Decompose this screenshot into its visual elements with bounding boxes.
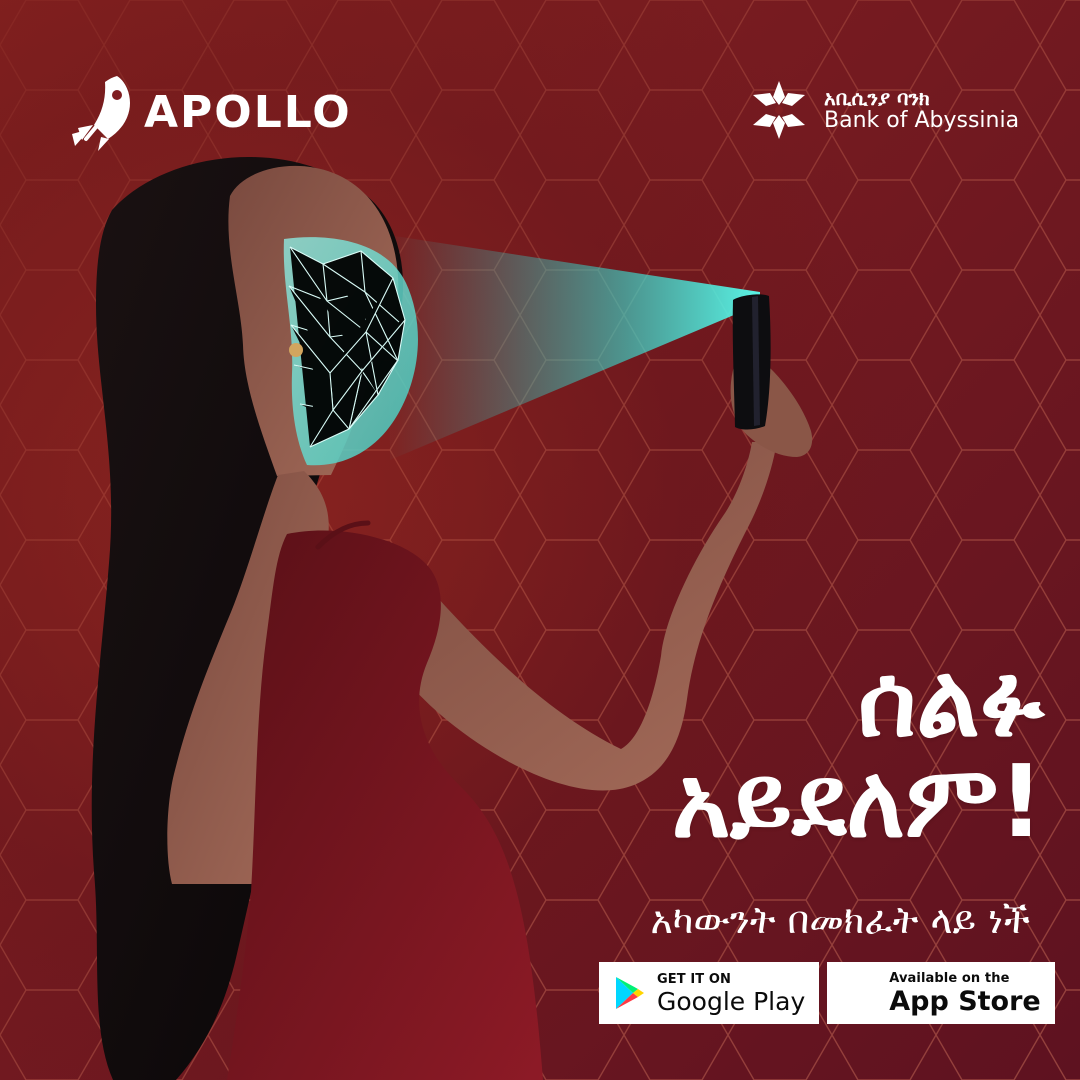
campaign-headline: ሰልፉ አይደለም! (494, 642, 1044, 860)
app-store-name: App Store (889, 985, 1041, 1017)
google-play-button[interactable]: GET IT ON Google Play (599, 962, 820, 1024)
earring (289, 343, 303, 357)
scan-beam (388, 235, 760, 460)
store-buttons: GET IT ON Google Play Available on the A… (599, 962, 1055, 1024)
google-play-name: Google Play (657, 986, 806, 1016)
apple-icon (841, 972, 879, 1014)
apollo-wordmark: APOLLO (144, 87, 352, 138)
campaign-subheadline: አካውንት በመክፈት ላይ ነች (650, 898, 1031, 942)
bank-name-english: Bank of Abyssinia (824, 107, 1020, 133)
app-store-button[interactable]: Available on the App Store (827, 962, 1055, 1024)
bank-of-abyssinia-brand: አቢሲንያ ባንክ Bank of Abyssinia (746, 78, 1019, 142)
app-store-overline: Available on the (889, 970, 1010, 986)
advertisement-poster: APOLLO አቢሲንያ ባንክ Bank of Abyssinia ሰልፉ አ… (0, 0, 1080, 1080)
headline-line-1: ሰልፉ (857, 642, 1044, 759)
apollo-brand: APOLLO (70, 67, 410, 159)
phone (732, 294, 771, 430)
google-play-icon (616, 977, 644, 1009)
headline-line-2: አይደለም! (671, 743, 1044, 860)
star-mark-icon (753, 81, 805, 139)
bank-name-amharic: አቢሲንያ ባንክ (824, 85, 930, 110)
google-play-overline: GET IT ON (657, 971, 732, 987)
rocket-icon (72, 76, 130, 151)
